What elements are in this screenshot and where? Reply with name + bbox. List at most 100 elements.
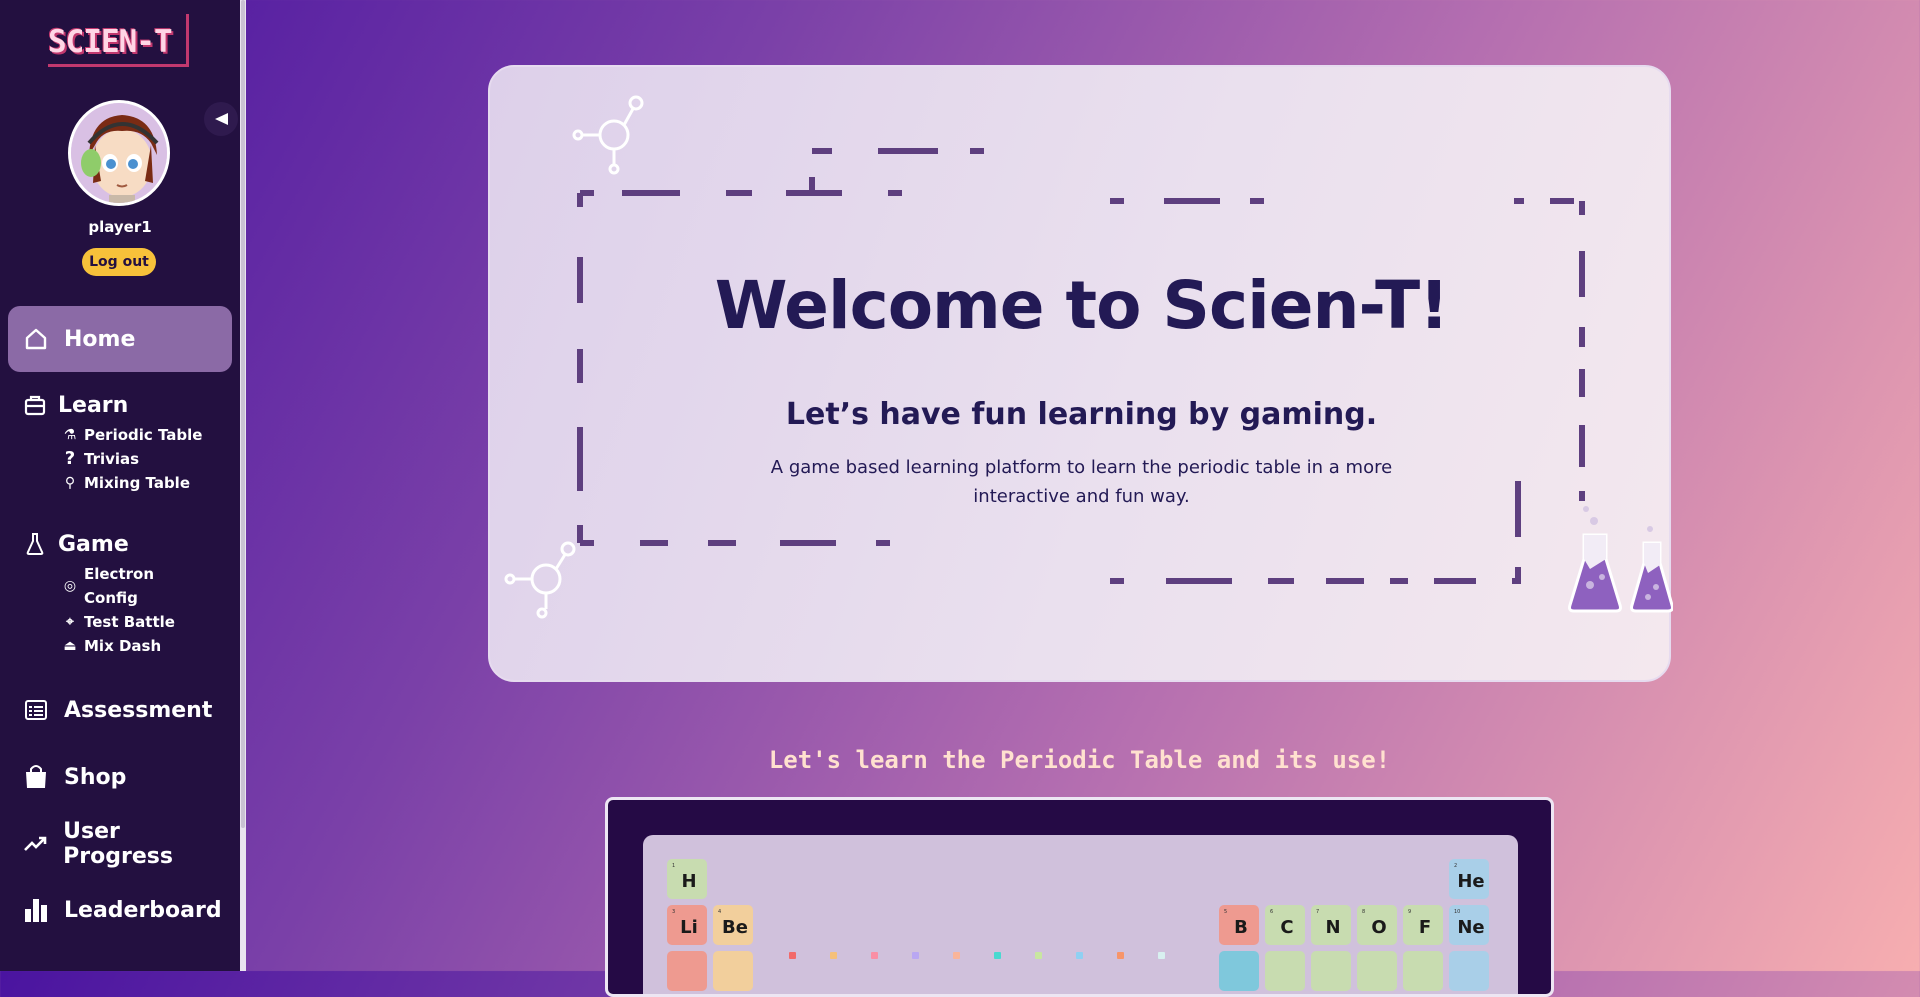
element-symbol: Li [680, 917, 698, 938]
sidebar-item-label: Assessment [64, 697, 213, 723]
sidebar-item-trivias[interactable]: ? Trivias [62, 447, 139, 471]
logo-text: SCIEN-T [48, 24, 173, 60]
element-number: 5 [1224, 909, 1228, 915]
target-icon: ◎ [63, 578, 77, 594]
sidebar-item-label: Mix Dash [84, 637, 162, 655]
legend-swatch [1076, 952, 1083, 959]
welcome-hero-card: Welcome to Scien-T! Let’s have fun learn… [488, 65, 1673, 682]
scrollbar-thumb[interactable] [241, 0, 245, 828]
element-tile[interactable]: 1H [667, 859, 707, 899]
checklist-icon [22, 696, 50, 724]
avatar[interactable] [68, 100, 170, 206]
sidebar-item-home[interactable]: Home [8, 306, 232, 372]
element-symbol: B [1234, 917, 1248, 938]
element-tile[interactable]: 7N [1311, 905, 1351, 945]
element-tile[interactable]: 10 Ne [1449, 905, 1489, 945]
sidebar-item-label: Shop [64, 764, 127, 790]
hero-description: A game based learning platform to learn … [770, 457, 1393, 507]
sidebar-item-label: Home [64, 326, 136, 352]
sidebar-item-label: Leaderboard [64, 897, 222, 923]
microscope-icon: ⚲ [64, 475, 76, 491]
element-tile[interactable]: 5B [1219, 905, 1259, 945]
element-tile[interactable]: 6C [1265, 905, 1305, 945]
legend-swatch [912, 952, 919, 959]
sidebar-section-learn: Learn [22, 392, 128, 418]
element-symbol: O [1371, 917, 1387, 938]
collapse-sidebar-button[interactable] [204, 102, 238, 136]
sidebar-section-game: Game [22, 531, 129, 557]
element-number: 10 [1454, 909, 1461, 915]
sidebar-item-label: Trivias [84, 450, 140, 468]
page-title: Welcome to Scien-T! [714, 267, 1450, 344]
sidebar-item-label: Test Battle [84, 613, 175, 631]
element-tile[interactable] [1403, 951, 1443, 991]
element-tile[interactable] [1265, 951, 1305, 991]
element-tile[interactable] [1219, 951, 1259, 991]
element-number: 1 [672, 863, 676, 869]
element-symbol: H [681, 871, 697, 892]
sidebar-item-label: Electron Config [84, 565, 155, 607]
sidebar-item-user-progress[interactable]: User Progress [8, 819, 232, 869]
element-tile[interactable] [1357, 951, 1397, 991]
element-symbol: C [1280, 917, 1294, 938]
crosshair-icon: ⌖ [66, 614, 74, 630]
element-tile[interactable]: 2 He [1449, 859, 1489, 899]
logo-bar [186, 14, 189, 67]
element-number: 6 [1270, 909, 1274, 915]
legend-swatch [830, 952, 837, 959]
element-tile[interactable] [713, 951, 753, 991]
sidebar-item-leaderboard[interactable]: Leaderboard [8, 894, 232, 926]
element-tile[interactable]: 8O [1357, 905, 1397, 945]
app-logo[interactable]: SCIEN-T [46, 14, 196, 70]
chevron-left-icon [215, 113, 228, 125]
section-label: Game [58, 531, 129, 557]
toolbox-icon [22, 392, 48, 418]
username: player1 [88, 218, 152, 236]
hero-decoration [504, 95, 1673, 619]
sidebar-item-label: Periodic Table [84, 426, 203, 444]
logout-button[interactable]: Log out [82, 248, 156, 276]
element-symbol: Be [722, 917, 748, 938]
sidebar-item-electron-config[interactable]: ◎ Electron Config [62, 562, 154, 610]
periodic-table-image: 1 H 3 Li 4 Be 5 B 6 C 7 N 8 O 9 F 2 He 10 Ne [643, 835, 1518, 994]
element-tile[interactable] [1449, 951, 1489, 991]
logo-underline [48, 64, 186, 67]
element-symbol: F [1418, 917, 1432, 938]
element-tile[interactable]: 9F [1403, 905, 1443, 945]
legend-swatch [1035, 952, 1042, 959]
element-number: 2 [1454, 863, 1458, 869]
periodic-table-preview[interactable]: 1 H 3 Li 4 Be 5 B 6 C 7 N 8 O 9 F 2 He 10 Ne [605, 797, 1554, 997]
bell-icon: ⏏ [63, 638, 77, 654]
element-symbol: Ne [1457, 917, 1485, 938]
element-symbol: He [1457, 871, 1485, 892]
element-symbol: N [1325, 917, 1341, 938]
periodic-section-heading: Let's learn the Periodic Table and its u… [768, 746, 1391, 774]
sidebar-scrollbar[interactable] [240, 0, 246, 971]
sidebar-item-test-battle[interactable]: ⌖ Test Battle [62, 610, 175, 634]
legend-swatch [953, 952, 960, 959]
shopping-bag-icon [22, 763, 50, 791]
sidebar-item-mixing-table[interactable]: ⚲ Mixing Table [62, 471, 190, 495]
legend-swatch [1117, 952, 1124, 959]
sidebar-item-periodic-table[interactable]: ⚗ Periodic Table [62, 423, 203, 447]
element-tile[interactable]: 4 Be [713, 905, 753, 945]
element-tile[interactable] [667, 951, 707, 991]
sidebar-item-shop[interactable]: Shop [8, 761, 232, 793]
sidebar-item-assessment[interactable]: Assessment [8, 694, 232, 726]
legend-swatch [994, 952, 1001, 959]
element-number: 7 [1316, 909, 1320, 915]
legend-swatch [789, 952, 796, 959]
sidebar-item-label: Mixing Table [84, 474, 190, 492]
sidebar-item-mix-dash[interactable]: ⏏ Mix Dash [62, 634, 161, 658]
element-number: 3 [672, 909, 676, 915]
home-icon [22, 325, 50, 353]
element-tile[interactable] [1311, 951, 1351, 991]
element-number: 9 [1408, 909, 1412, 915]
element-tile[interactable]: 3 Li [667, 905, 707, 945]
legend-swatch [1158, 952, 1165, 959]
question-icon: ? [64, 448, 76, 469]
trending-up-icon [22, 830, 49, 858]
section-label: Learn [58, 392, 129, 418]
legend-swatch [871, 952, 878, 959]
sidebar: SCIEN-T player1 Log out Home Learn ⚗ Per… [0, 0, 240, 971]
